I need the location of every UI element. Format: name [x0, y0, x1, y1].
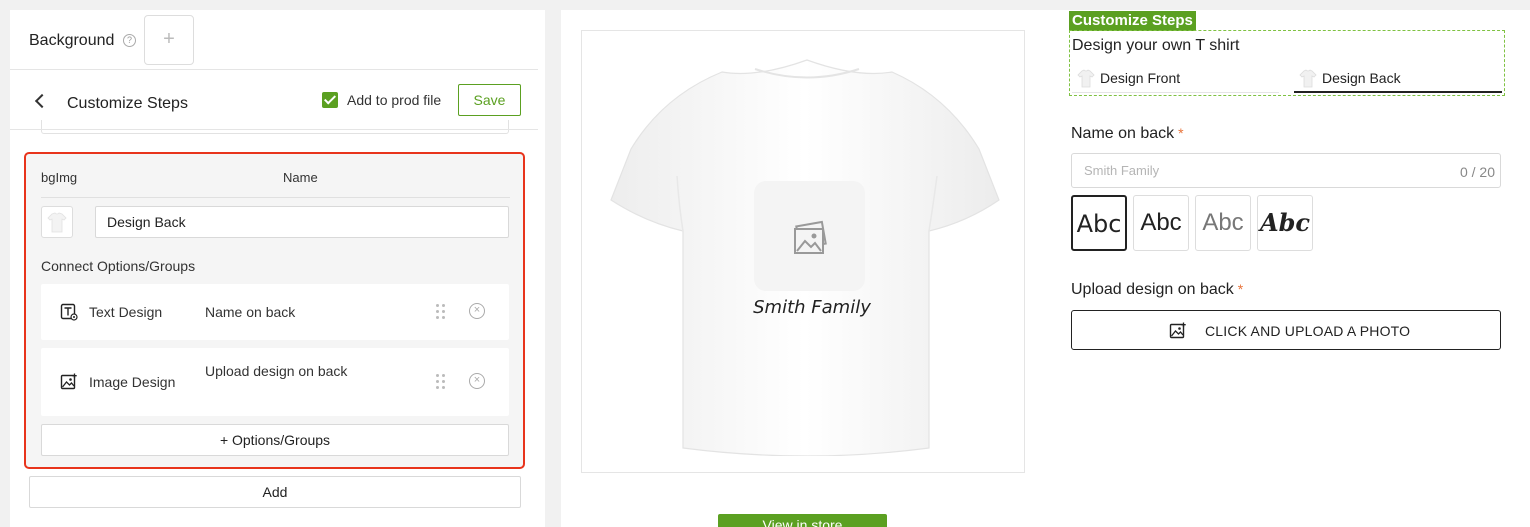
tshirt-tab-icon: [1299, 69, 1317, 88]
tab-label: Design Back: [1322, 70, 1401, 86]
add-background-button[interactable]: +: [144, 15, 194, 65]
background-label: Background: [29, 32, 115, 49]
divider: [10, 129, 538, 130]
customize-steps-box: Design your own T shirt Design Front Des…: [1069, 30, 1505, 96]
step-name-input[interactable]: Design Back: [95, 206, 509, 238]
remove-option-icon[interactable]: ×: [469, 303, 485, 319]
settings-panel: Background ? + Customize Steps Add to pr…: [10, 10, 545, 527]
drag-handle-icon[interactable]: [436, 374, 446, 390]
image-upload-icon: [1169, 322, 1186, 339]
tab-design-front[interactable]: Design Front: [1072, 67, 1279, 93]
tshirt-thumbnail-icon: [47, 212, 67, 233]
field-label-text: Upload design on back: [1071, 281, 1234, 298]
font-option-2[interactable]: Abc: [1133, 195, 1189, 251]
remove-option-icon[interactable]: ×: [469, 373, 485, 389]
text-design-icon: [60, 303, 78, 321]
column-header-bgimg: bgImg: [41, 170, 78, 185]
option-row-text-design[interactable]: Text Design Name on back ×: [41, 284, 509, 340]
product-canvas: Smith Family: [581, 30, 1025, 473]
font-option-3[interactable]: Abc: [1195, 195, 1251, 251]
background-row: Background ? +: [10, 10, 545, 70]
drag-handle-icon[interactable]: [436, 304, 446, 320]
photo-placeholder: [754, 181, 865, 291]
field-label-text: Name on back: [1071, 125, 1175, 142]
required-mark: *: [1237, 281, 1244, 297]
preview-panel: Smith Family View in store Customize Ste…: [561, 10, 1530, 527]
input-placeholder: Smith Family: [1084, 163, 1160, 178]
add-options-groups-button[interactable]: + Options/Groups: [41, 424, 509, 456]
design-title: Design your own T shirt: [1072, 37, 1240, 54]
customize-steps-title: Customize Steps: [67, 95, 188, 112]
option-value: Name on back: [205, 304, 296, 320]
option-row-image-design[interactable]: Image Design Upload design on back ×: [41, 348, 509, 416]
font-option-4[interactable]: Abc: [1257, 195, 1313, 251]
upload-design-label: Upload design on back *: [1071, 281, 1243, 299]
option-type: Image Design: [89, 374, 176, 390]
back-chevron-icon[interactable]: [34, 93, 50, 109]
previous-step-card: [41, 120, 509, 134]
font-option-1[interactable]: Abc: [1071, 195, 1127, 251]
shirt-name-text: Smith Family: [753, 297, 871, 318]
add-to-prod-file-label[interactable]: Add to prod file: [347, 92, 441, 108]
divider: [41, 197, 510, 198]
name-on-back-input[interactable]: Smith Family 0 / 20: [1071, 153, 1501, 188]
name-on-back-label: Name on back *: [1071, 125, 1184, 143]
image-design-icon: [60, 373, 77, 390]
option-type: Text Design: [89, 304, 163, 320]
upload-button-label: CLICK AND UPLOAD A PHOTO: [1205, 323, 1411, 339]
option-value: Upload design on back: [205, 363, 348, 379]
required-mark: *: [1178, 125, 1184, 141]
add-step-button[interactable]: Add: [29, 476, 521, 508]
save-button[interactable]: Save: [458, 84, 521, 116]
upload-photo-button[interactable]: CLICK AND UPLOAD A PHOTO: [1071, 310, 1501, 350]
customize-steps-badge: Customize Steps: [1069, 11, 1196, 31]
add-to-prod-file-checkbox[interactable]: [322, 92, 338, 108]
tab-design-back[interactable]: Design Back: [1294, 67, 1502, 93]
step-card-design-back: bgImg Name Design Back Connect Options/G…: [24, 152, 525, 469]
tab-label: Design Front: [1100, 70, 1181, 86]
tshirt-tab-icon: [1077, 69, 1095, 88]
column-header-name: Name: [283, 170, 318, 185]
step-bg-thumbnail[interactable]: [41, 206, 73, 238]
help-icon[interactable]: ?: [123, 34, 136, 47]
character-counter: 0 / 20: [1459, 164, 1495, 180]
image-placeholder-icon: [794, 220, 827, 254]
connect-options-label: Connect Options/Groups: [41, 258, 196, 274]
view-in-store-button[interactable]: View in store: [718, 514, 887, 527]
